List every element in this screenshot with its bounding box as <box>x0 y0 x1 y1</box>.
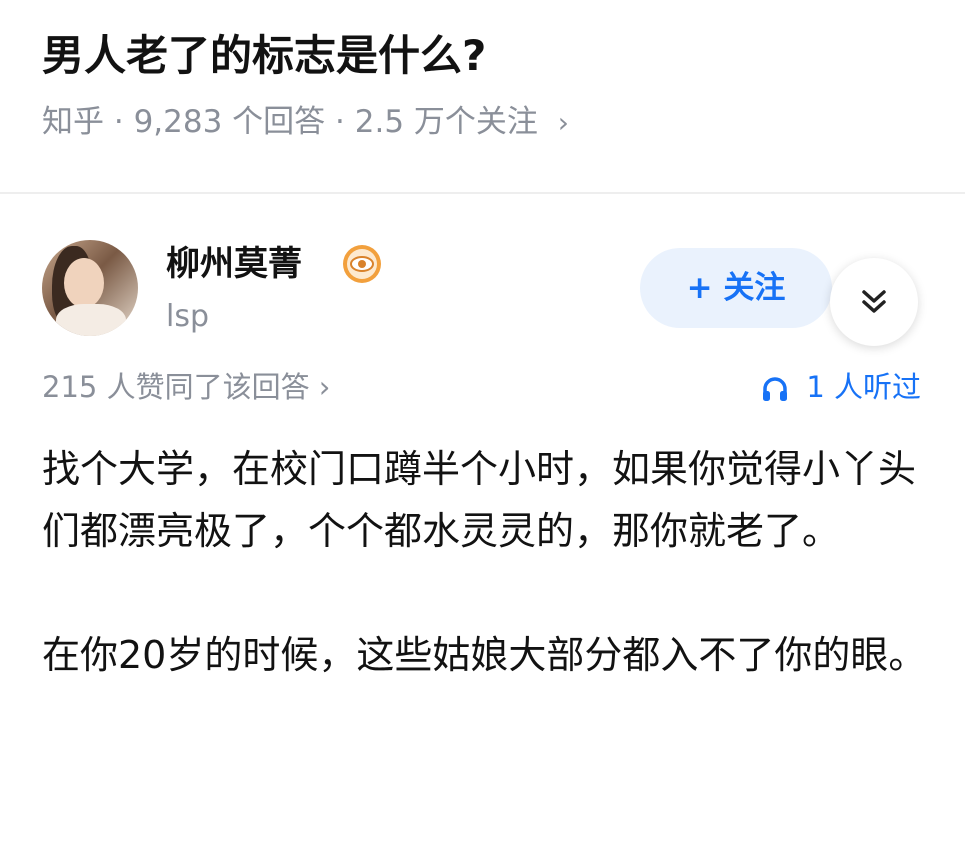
chevron-right-icon: › <box>318 370 331 404</box>
meta-separator: · <box>335 104 355 140</box>
answers-count: 9,283 个回答 <box>133 104 326 140</box>
meta-separator: · <box>113 104 134 140</box>
listeners-indicator[interactable]: 1 人听过 <box>761 366 921 408</box>
votes-text: 215 人赞同了该回答 <box>42 370 310 404</box>
author-name[interactable]: 柳州莫菁 <box>166 240 302 288</box>
section-divider <box>0 192 965 194</box>
user-avatar[interactable] <box>42 240 138 336</box>
double-chevron-down-icon <box>862 290 886 313</box>
answer-paragraph: 找个大学，在校门口蹲半个小时，如果你觉得小丫头们都漂亮极了，个个都水灵灵的，那你… <box>42 447 917 553</box>
eye-badge-icon <box>343 245 381 283</box>
answer-paragraph: 在你20岁的时候，这些姑娘大部分都入不了你的眼。 <box>42 633 927 677</box>
source-label: 知乎 <box>42 104 104 140</box>
listeners-text: 1 人听过 <box>806 370 921 404</box>
question-meta[interactable]: 知乎 · 9,283 个回答 · 2.5 万个关注 › <box>42 100 569 145</box>
chevron-right-icon: › <box>557 106 569 139</box>
headphones-icon <box>763 377 788 401</box>
author-description: lsp <box>166 299 210 334</box>
follow-button[interactable]: + 关注 <box>640 248 832 328</box>
question-title[interactable]: 男人老了的标志是什么? <box>42 28 486 84</box>
followers-count: 2.5 万个关注 <box>354 104 538 140</box>
more-button[interactable] <box>830 258 918 346</box>
answer-body[interactable]: 找个大学，在校门口蹲半个小时，如果你觉得小丫头们都漂亮极了，个个都水灵灵的，那你… <box>42 438 932 748</box>
votes-link[interactable]: 215 人赞同了该回答 › <box>42 366 330 408</box>
